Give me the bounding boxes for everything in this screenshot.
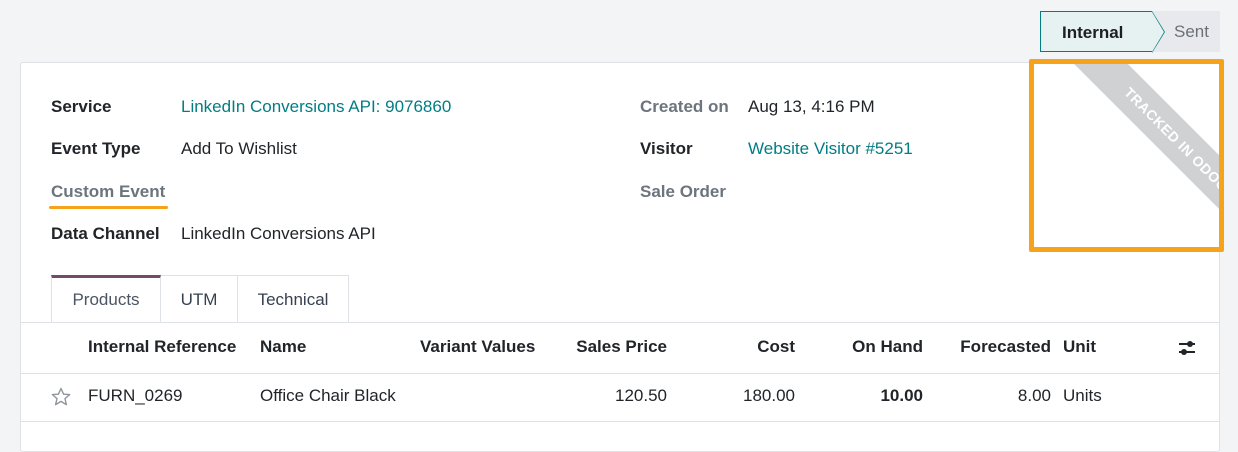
created-on-value: Aug 13, 4:16 PM xyxy=(748,97,875,116)
status-sent-label: Sent xyxy=(1174,22,1209,41)
event-type-label: Event Type xyxy=(51,139,141,158)
service-label: Service xyxy=(51,97,112,116)
tab-technical[interactable]: Technical xyxy=(238,275,349,323)
cell-sales-price: 120.50 xyxy=(615,386,667,405)
data-channel-value[interactable]: LinkedIn Conversions API xyxy=(181,222,376,246)
service-link[interactable]: LinkedIn Conversions API: 9076860 xyxy=(181,95,451,119)
col-sales-price[interactable]: Sales Price xyxy=(576,337,667,357)
sliders-icon[interactable] xyxy=(1177,338,1197,358)
cell-forecasted: 8.00 xyxy=(1017,386,1051,405)
tab-products[interactable]: Products xyxy=(51,275,161,323)
col-forecasted[interactable]: Forecasted xyxy=(960,337,1051,357)
table-row[interactable]: FURN_0269 Office Chair Black 120.50 180.… xyxy=(21,374,1219,422)
visitor-link[interactable]: Website Visitor #5251 xyxy=(748,137,913,161)
data-channel-label: Data Channel xyxy=(51,224,160,243)
notebook-tabs: Products UTM Technical xyxy=(51,275,349,323)
cell-unit: Units xyxy=(1063,386,1102,405)
status-internal[interactable]: Internal xyxy=(1040,11,1165,53)
custom-event-highlight xyxy=(49,206,168,209)
cell-internal-reference: FURN_0269 xyxy=(88,386,183,405)
col-name[interactable]: Name xyxy=(260,337,306,357)
created-on-label: Created on xyxy=(640,97,729,116)
col-variant-values[interactable]: Variant Values xyxy=(420,337,535,357)
visitor-label: Visitor xyxy=(640,139,693,158)
table-header: Internal Reference Name Variant Values S… xyxy=(21,322,1219,374)
cell-on-hand: 10.00 xyxy=(880,386,923,405)
star-outline-icon[interactable] xyxy=(51,387,71,407)
sale-order-label: Sale Order xyxy=(640,182,726,201)
tab-utm[interactable]: UTM xyxy=(161,275,238,323)
col-cost[interactable]: Cost xyxy=(757,337,795,357)
ribbon-highlight xyxy=(1029,59,1224,252)
status-bar: Internal Sent xyxy=(1040,11,1220,53)
custom-event-label: Custom Event xyxy=(51,182,166,201)
col-on-hand[interactable]: On Hand xyxy=(852,337,923,357)
cell-name: Office Chair Black xyxy=(260,386,396,405)
status-internal-label: Internal xyxy=(1062,23,1124,42)
event-type-value[interactable]: Add To Wishlist xyxy=(181,137,297,161)
col-unit[interactable]: Unit xyxy=(1063,337,1096,357)
col-internal-reference[interactable]: Internal Reference xyxy=(88,337,236,357)
cell-cost: 180.00 xyxy=(743,386,795,405)
